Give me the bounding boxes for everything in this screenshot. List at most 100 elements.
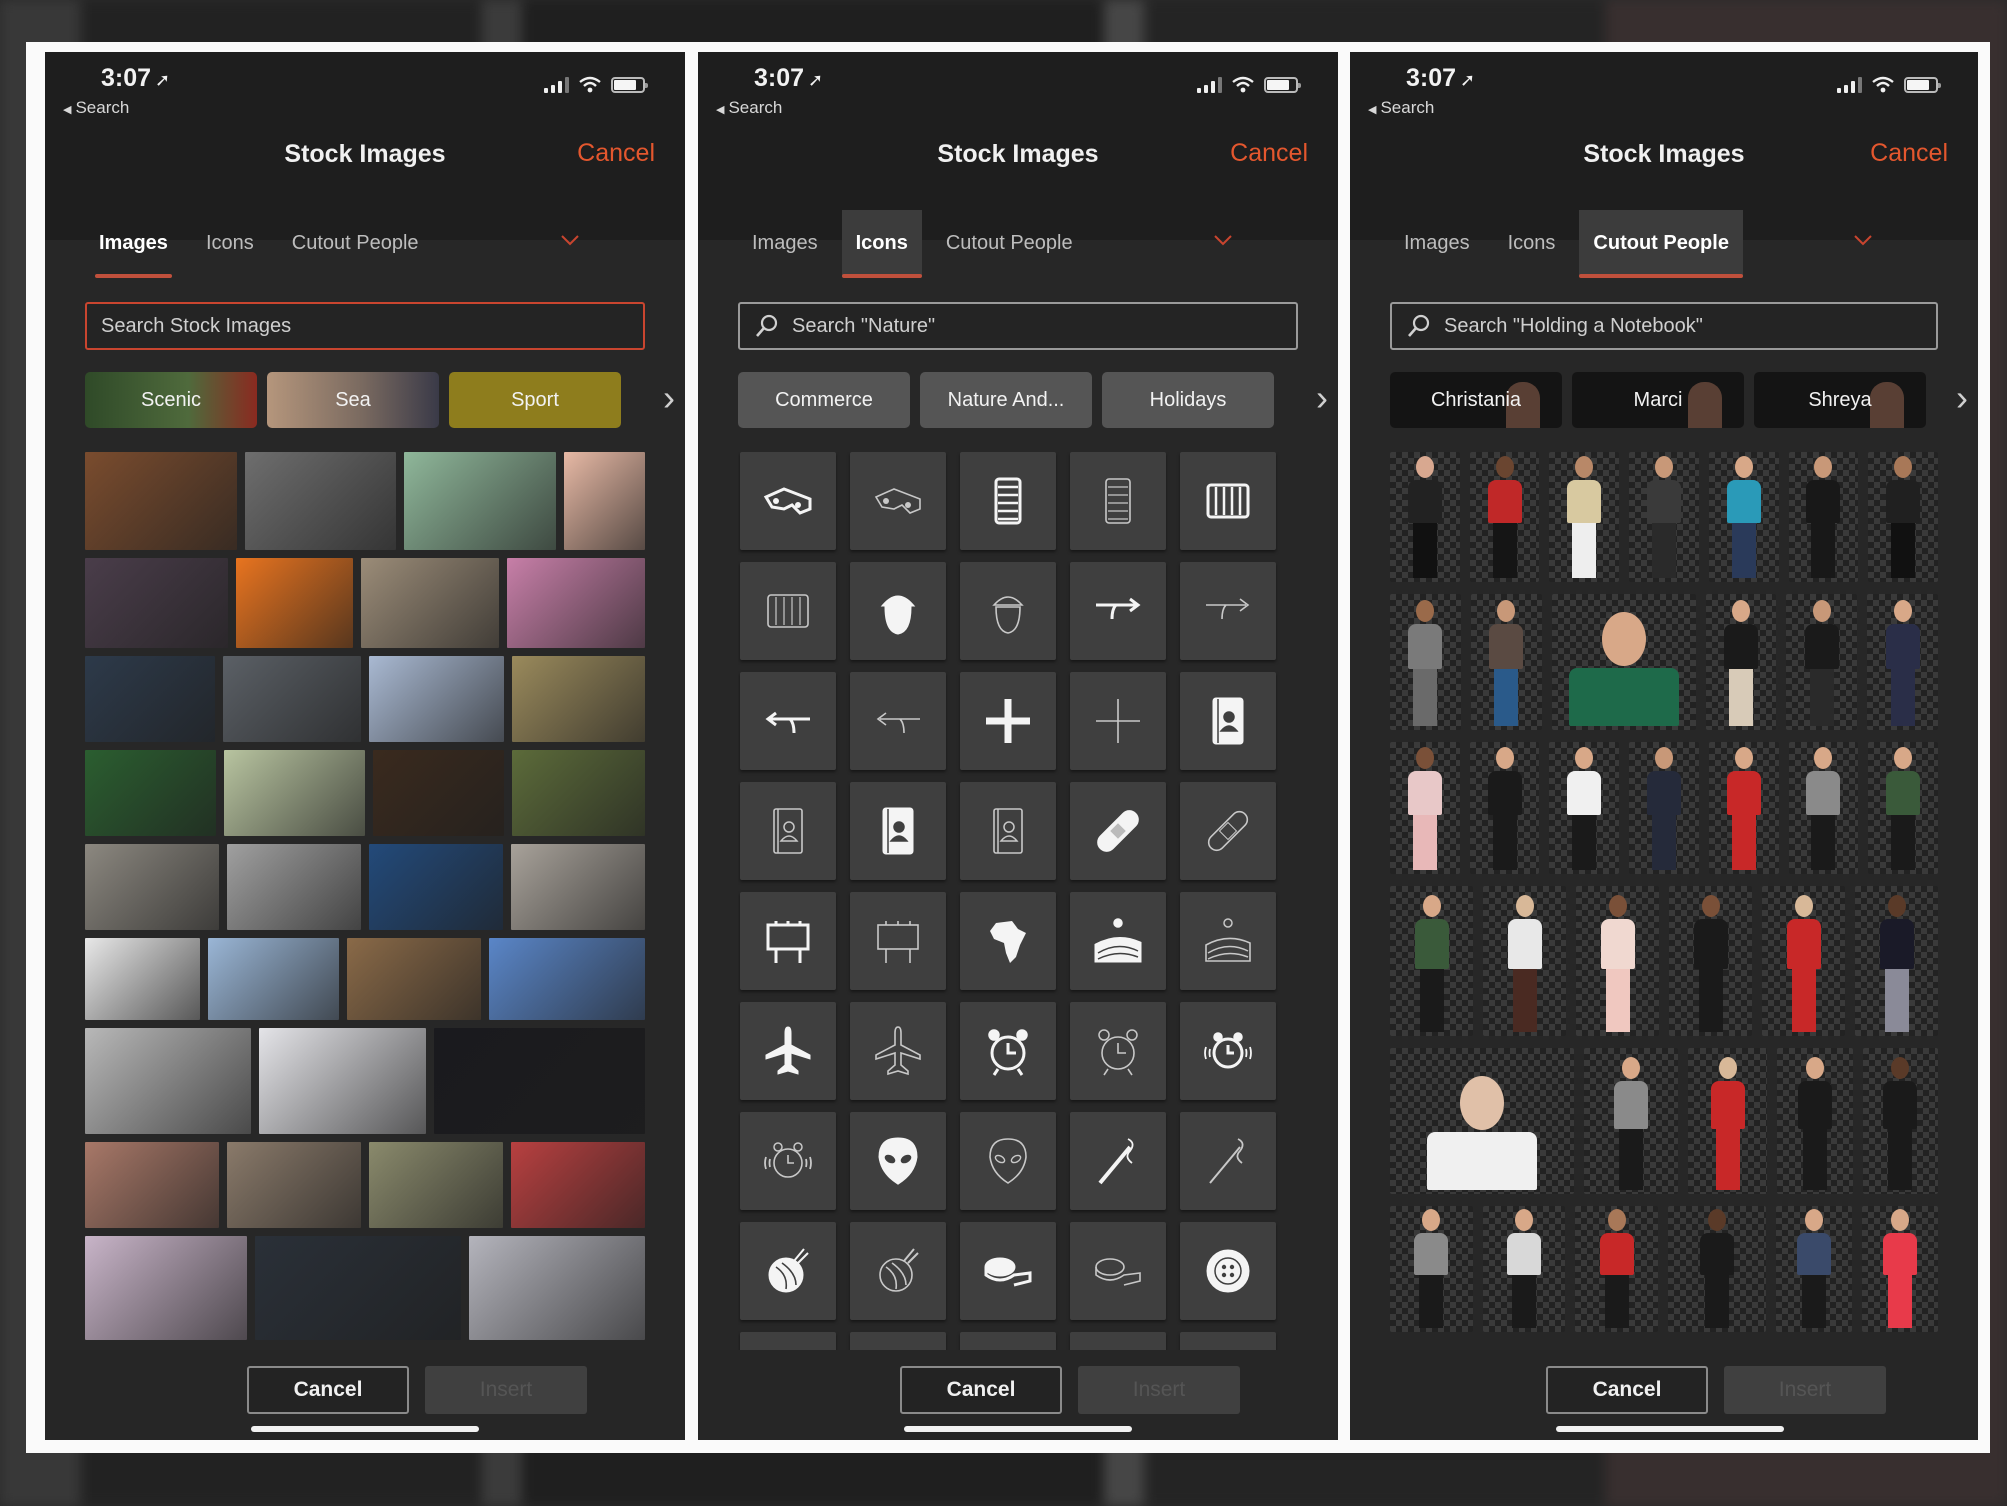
category-chip[interactable]: Shreya <box>1754 372 1926 428</box>
insert-button-disabled[interactable]: Insert <box>425 1366 587 1414</box>
cutout-person-thumb[interactable] <box>1575 1206 1658 1332</box>
image-thumb-paper-people[interactable] <box>404 452 556 550</box>
icon-tile-partial[interactable] <box>1180 1332 1276 1350</box>
cutout-person-thumb[interactable] <box>1762 886 1845 1036</box>
image-thumb-snow-mountain[interactable] <box>369 656 505 742</box>
image-thumb-woman-sunset[interactable] <box>85 1142 219 1228</box>
search-input[interactable]: Search Stock Images <box>85 302 645 350</box>
back-to-search-link[interactable]: ◀ Search <box>63 98 129 118</box>
icon-tile-abacus-filled[interactable] <box>960 452 1056 550</box>
cancel-link[interactable]: Cancel <box>1870 139 1948 168</box>
cutout-person-thumb[interactable] <box>1862 1048 1938 1194</box>
category-chip[interactable]: Christania <box>1390 372 1562 428</box>
image-thumb-green-leaves[interactable] <box>85 750 216 836</box>
tab-icons[interactable]: Icons <box>1494 210 1570 276</box>
image-thumb-bookshelf[interactable] <box>85 452 237 550</box>
icon-tile-partial[interactable] <box>1070 1332 1166 1350</box>
icon-tile-abacus-wide-filled[interactable] <box>1180 452 1276 550</box>
image-thumb-bread-loaves[interactable] <box>347 938 482 1020</box>
icon-tile-plus-filled[interactable] <box>960 672 1056 770</box>
search-input[interactable]: Search "Holding a Notebook" <box>1390 302 1938 350</box>
category-chip[interactable]: Commerce <box>738 372 910 428</box>
image-thumb-rock-texture[interactable] <box>85 844 219 930</box>
icon-tile-arrow-merge-left-filled[interactable] <box>740 672 836 770</box>
tab-cutout-people[interactable]: Cutout People <box>932 210 1087 276</box>
cutout-person-thumb[interactable] <box>1708 452 1779 582</box>
cancel-link[interactable]: Cancel <box>577 139 655 168</box>
cutout-person-thumb[interactable] <box>1482 1206 1566 1332</box>
icon-tile-alarm-clock-outline[interactable] <box>1070 1002 1166 1100</box>
chevron-down-icon[interactable] <box>1853 230 1873 250</box>
category-chip[interactable]: Holidays <box>1102 372 1274 428</box>
icon-tile-3d-glasses-outline[interactable] <box>850 452 946 550</box>
tab-images[interactable]: Images <box>738 210 832 276</box>
tab-cutout-people[interactable]: Cutout People <box>1579 210 1743 278</box>
icon-tile-plus-outline[interactable] <box>1070 672 1166 770</box>
icon-tile-yarn-ball-filled[interactable] <box>740 1222 836 1320</box>
cutout-person-thumb[interactable] <box>1868 742 1938 874</box>
icon-tile-billboard-outline[interactable] <box>850 892 946 990</box>
icon-tile-farmland-outline[interactable] <box>1180 892 1276 990</box>
image-thumb-watercolor-trees[interactable] <box>223 750 366 836</box>
image-thumb-crown-dark[interactable] <box>433 1028 645 1134</box>
cutout-person-thumb[interactable] <box>1469 452 1540 582</box>
icon-tile-partial[interactable] <box>850 1332 946 1350</box>
image-thumb-blue-flowers[interactable] <box>489 938 645 1020</box>
image-thumb-mandrill[interactable] <box>373 750 504 836</box>
cutout-person-thumb[interactable] <box>1705 594 1777 730</box>
cutout-person-thumb[interactable] <box>1469 742 1540 874</box>
cutout-person-thumb[interactable] <box>1708 742 1779 874</box>
image-thumb-umbrellas[interactable] <box>511 1142 645 1228</box>
cutout-person-thumb[interactable] <box>1583 1048 1679 1194</box>
back-to-search-link[interactable]: ◀ Search <box>716 98 782 118</box>
cutout-person-thumb[interactable] <box>1551 594 1696 730</box>
icon-tile-address-book-alt-filled[interactable] <box>850 782 946 880</box>
image-thumb-balance-spheres[interactable] <box>469 1236 645 1340</box>
image-thumb-cactus[interactable] <box>563 452 645 550</box>
cutout-person-thumb[interactable] <box>1390 1206 1473 1332</box>
cutout-person-thumb[interactable] <box>1855 886 1938 1036</box>
icon-tile-partial[interactable] <box>740 1332 836 1350</box>
category-chip[interactable]: Sea <box>267 372 439 428</box>
icon-tile-adhesive-bandage-outline[interactable] <box>1180 782 1276 880</box>
cancel-button[interactable]: Cancel <box>1546 1366 1708 1414</box>
icon-tile-adhesive-bandage-filled[interactable] <box>1070 782 1166 880</box>
icon-tile-alien-filled[interactable] <box>850 1112 946 1210</box>
image-thumb-carrots[interactable] <box>369 1142 503 1228</box>
icon-tile-billboard-filled[interactable] <box>740 892 836 990</box>
category-chip[interactable]: Scenic <box>85 372 257 428</box>
cutout-person-thumb[interactable] <box>1867 594 1938 730</box>
icon-tile-alarm-ringing-outline[interactable] <box>740 1112 836 1210</box>
icon-tile-address-book-outline[interactable] <box>740 782 836 880</box>
cutout-person-thumb[interactable] <box>1868 452 1938 582</box>
chevron-right-icon[interactable]: › <box>1956 380 1968 416</box>
cutout-person-thumb[interactable] <box>1470 594 1542 730</box>
image-thumb-lab-scientist[interactable] <box>369 844 503 930</box>
cutout-person-thumb[interactable] <box>1775 1206 1852 1332</box>
cancel-button[interactable]: Cancel <box>247 1366 409 1414</box>
image-thumb-woman-desk[interactable] <box>85 656 215 742</box>
cutout-person-thumb[interactable] <box>1390 452 1460 582</box>
image-thumb-daisies[interactable] <box>512 656 645 742</box>
cancel-link[interactable]: Cancel <box>1230 139 1308 168</box>
image-thumb-nautilus-orange[interactable] <box>236 558 354 648</box>
icon-tile-farmland-filled[interactable] <box>1070 892 1166 990</box>
icon-tile-alien-outline[interactable] <box>960 1112 1056 1210</box>
cutout-person-thumb[interactable] <box>1788 742 1859 874</box>
image-thumb-birch-trees[interactable] <box>85 1028 252 1134</box>
tab-images[interactable]: Images <box>1390 210 1484 276</box>
icon-tile-abacus-wide-outline[interactable] <box>740 562 836 660</box>
icon-tile-address-book-filled[interactable] <box>1180 672 1276 770</box>
tab-cutout-people[interactable]: Cutout People <box>278 210 433 276</box>
cutout-person-thumb[interactable] <box>1629 742 1699 874</box>
cutout-person-thumb[interactable] <box>1669 886 1752 1036</box>
cutout-person-thumb[interactable] <box>1549 452 1620 582</box>
cutout-person-thumb[interactable] <box>1688 1048 1768 1194</box>
image-thumb-dark-fabric[interactable] <box>254 1236 462 1340</box>
image-thumb-woman-plants[interactable] <box>511 750 645 836</box>
chevron-right-icon[interactable]: › <box>1316 380 1328 416</box>
image-thumb-warehouse-man[interactable] <box>361 558 500 648</box>
icon-tile-button-filled[interactable] <box>1180 1222 1276 1320</box>
icon-tile-alarm-clock-filled[interactable] <box>960 1002 1056 1100</box>
chevron-right-icon[interactable]: › <box>663 380 675 416</box>
